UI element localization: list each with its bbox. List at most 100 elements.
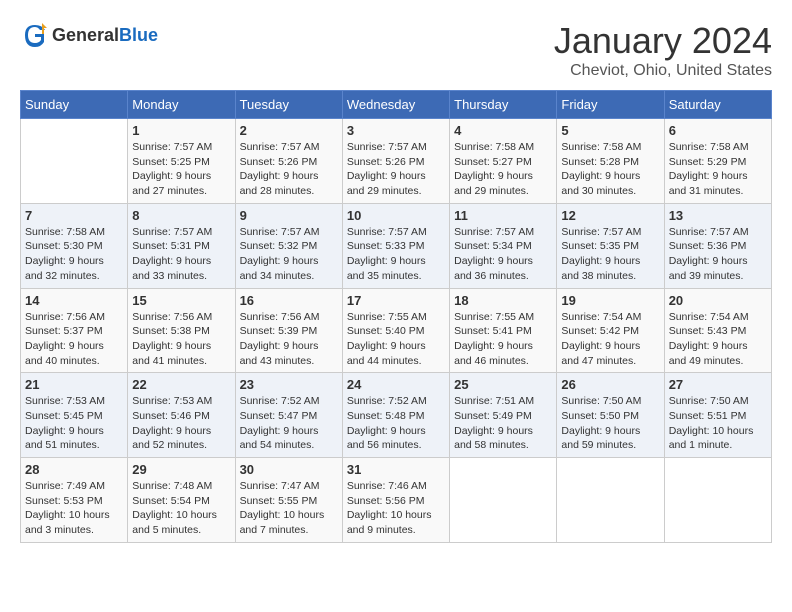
calendar-day-cell: 5Sunrise: 7:58 AMSunset: 5:28 PMDaylight… <box>557 119 664 204</box>
day-number: 27 <box>669 377 767 392</box>
weekday-header: Tuesday <box>235 91 342 119</box>
calendar-day-cell: 30 Sunrise: 7:47 AMSunset: 5:55 PMDayligh… <box>235 458 342 543</box>
day-info: Sunrise: 7:57 AMSunset: 5:26 PMDaylight:… <box>240 140 338 199</box>
calendar-day-cell: 27 Sunrise: 7:50 AMSunset: 5:51 PMDayligh… <box>664 373 771 458</box>
day-number: 1 <box>132 123 230 138</box>
calendar-day-cell: 18 Sunrise: 7:55 AMSunset: 5:41 PMDayligh… <box>450 288 557 373</box>
calendar-day-cell: 25 Sunrise: 7:51 AMSunset: 5:49 PMDayligh… <box>450 373 557 458</box>
calendar-day-cell <box>664 458 771 543</box>
day-number: 19 <box>561 293 659 308</box>
calendar-week-row: 28 Sunrise: 7:49 AMSunset: 5:53 PMDayligh… <box>21 458 772 543</box>
day-number: 9 <box>240 208 338 223</box>
day-info: Sunrise: 7:50 AMSunset: 5:51 PMDaylight:… <box>669 394 767 453</box>
calendar-day-cell <box>450 458 557 543</box>
day-info: Sunrise: 7:57 AMSunset: 5:32 PMDaylight:… <box>240 225 338 284</box>
day-number: 3 <box>347 123 445 138</box>
day-info: Sunrise: 7:57 AMSunset: 5:36 PMDaylight:… <box>669 225 767 284</box>
calendar-day-cell <box>21 119 128 204</box>
day-info: Sunrise: 7:58 AMSunset: 5:28 PMDaylight:… <box>561 140 659 199</box>
day-number: 29 <box>132 462 230 477</box>
logo-icon <box>20 20 50 50</box>
calendar-day-cell: 26Sunrise: 7:50 AMSunset: 5:50 PMDayligh… <box>557 373 664 458</box>
day-info: Sunrise: 7:52 AMSunset: 5:48 PMDaylight:… <box>347 394 445 453</box>
day-info: Sunrise: 7:55 AMSunset: 5:41 PMDaylight:… <box>454 310 552 369</box>
calendar-day-cell: 7 Sunrise: 7:58 AMSunset: 5:30 PMDaylight… <box>21 203 128 288</box>
day-number: 25 <box>454 377 552 392</box>
day-info: Sunrise: 7:48 AMSunset: 5:54 PMDaylight:… <box>132 479 230 538</box>
day-info: Sunrise: 7:46 AMSunset: 5:56 PMDaylight:… <box>347 479 445 538</box>
weekday-header: Monday <box>128 91 235 119</box>
day-info: Sunrise: 7:53 AMSunset: 5:45 PMDaylight:… <box>25 394 123 453</box>
weekday-header: Friday <box>557 91 664 119</box>
day-number: 8 <box>132 208 230 223</box>
day-number: 30 <box>240 462 338 477</box>
calendar-week-row: 1 Sunrise: 7:57 AMSunset: 5:25 PMDaylight… <box>21 119 772 204</box>
logo-blue: Blue <box>119 25 158 45</box>
calendar-day-cell: 20 Sunrise: 7:54 AMSunset: 5:43 PMDayligh… <box>664 288 771 373</box>
calendar-day-cell: 23Sunrise: 7:52 AMSunset: 5:47 PMDayligh… <box>235 373 342 458</box>
day-number: 22 <box>132 377 230 392</box>
day-info: Sunrise: 7:58 AMSunset: 5:27 PMDaylight:… <box>454 140 552 199</box>
header: GeneralBlue January 2024 Cheviot, Ohio, … <box>20 20 772 80</box>
day-number: 28 <box>25 462 123 477</box>
day-info: Sunrise: 7:51 AMSunset: 5:49 PMDaylight:… <box>454 394 552 453</box>
title-area: January 2024 Cheviot, Ohio, United State… <box>554 20 772 80</box>
calendar-day-cell: 22Sunrise: 7:53 AMSunset: 5:46 PMDayligh… <box>128 373 235 458</box>
calendar-day-cell: 11 Sunrise: 7:57 AMSunset: 5:34 PMDayligh… <box>450 203 557 288</box>
day-number: 7 <box>25 208 123 223</box>
calendar-day-cell: 14Sunrise: 7:56 AMSunset: 5:37 PMDayligh… <box>21 288 128 373</box>
calendar-week-row: 21 Sunrise: 7:53 AMSunset: 5:45 PMDayligh… <box>21 373 772 458</box>
day-number: 16 <box>240 293 338 308</box>
day-info: Sunrise: 7:57 AMSunset: 5:34 PMDaylight:… <box>454 225 552 284</box>
calendar-header: SundayMondayTuesdayWednesdayThursdayFrid… <box>21 91 772 119</box>
day-number: 11 <box>454 208 552 223</box>
calendar-day-cell: 9 Sunrise: 7:57 AMSunset: 5:32 PMDaylight… <box>235 203 342 288</box>
logo-general: General <box>52 25 119 45</box>
calendar-body: 1 Sunrise: 7:57 AMSunset: 5:25 PMDaylight… <box>21 119 772 543</box>
day-number: 13 <box>669 208 767 223</box>
calendar-day-cell: 6 Sunrise: 7:58 AMSunset: 5:29 PMDaylight… <box>664 119 771 204</box>
day-info: Sunrise: 7:58 AMSunset: 5:29 PMDaylight:… <box>669 140 767 199</box>
calendar-day-cell: 4 Sunrise: 7:58 AMSunset: 5:27 PMDaylight… <box>450 119 557 204</box>
calendar-day-cell: 28 Sunrise: 7:49 AMSunset: 5:53 PMDayligh… <box>21 458 128 543</box>
calendar-day-cell: 31 Sunrise: 7:46 AMSunset: 5:56 PMDayligh… <box>342 458 449 543</box>
calendar-day-cell: 29 Sunrise: 7:48 AMSunset: 5:54 PMDayligh… <box>128 458 235 543</box>
day-info: Sunrise: 7:47 AMSunset: 5:55 PMDaylight:… <box>240 479 338 538</box>
weekday-header: Sunday <box>21 91 128 119</box>
day-number: 26 <box>561 377 659 392</box>
calendar-day-cell: 15Sunrise: 7:56 AMSunset: 5:38 PMDayligh… <box>128 288 235 373</box>
calendar-day-cell: 3 Sunrise: 7:57 AMSunset: 5:26 PMDaylight… <box>342 119 449 204</box>
day-info: Sunrise: 7:55 AMSunset: 5:40 PMDaylight:… <box>347 310 445 369</box>
day-info: Sunrise: 7:57 AMSunset: 5:31 PMDaylight:… <box>132 225 230 284</box>
calendar-day-cell: 17 Sunrise: 7:55 AMSunset: 5:40 PMDayligh… <box>342 288 449 373</box>
calendar-day-cell: 24Sunrise: 7:52 AMSunset: 5:48 PMDayligh… <box>342 373 449 458</box>
day-number: 20 <box>669 293 767 308</box>
day-info: Sunrise: 7:49 AMSunset: 5:53 PMDaylight:… <box>25 479 123 538</box>
day-info: Sunrise: 7:58 AMSunset: 5:30 PMDaylight:… <box>25 225 123 284</box>
calendar-day-cell: 13 Sunrise: 7:57 AMSunset: 5:36 PMDayligh… <box>664 203 771 288</box>
weekday-header: Saturday <box>664 91 771 119</box>
calendar-week-row: 14Sunrise: 7:56 AMSunset: 5:37 PMDayligh… <box>21 288 772 373</box>
calendar-table: SundayMondayTuesdayWednesdayThursdayFrid… <box>20 90 772 543</box>
day-number: 4 <box>454 123 552 138</box>
day-number: 15 <box>132 293 230 308</box>
day-number: 14 <box>25 293 123 308</box>
day-number: 12 <box>561 208 659 223</box>
day-number: 21 <box>25 377 123 392</box>
day-number: 6 <box>669 123 767 138</box>
day-info: Sunrise: 7:57 AMSunset: 5:33 PMDaylight:… <box>347 225 445 284</box>
weekday-header: Thursday <box>450 91 557 119</box>
day-number: 23 <box>240 377 338 392</box>
logo-text: GeneralBlue <box>52 25 158 46</box>
main-title: January 2024 <box>554 20 772 62</box>
day-info: Sunrise: 7:57 AMSunset: 5:25 PMDaylight:… <box>132 140 230 199</box>
calendar-day-cell: 10Sunrise: 7:57 AMSunset: 5:33 PMDayligh… <box>342 203 449 288</box>
day-number: 31 <box>347 462 445 477</box>
day-info: Sunrise: 7:57 AMSunset: 5:26 PMDaylight:… <box>347 140 445 199</box>
day-info: Sunrise: 7:54 AMSunset: 5:43 PMDaylight:… <box>669 310 767 369</box>
day-number: 18 <box>454 293 552 308</box>
weekday-header: Wednesday <box>342 91 449 119</box>
day-number: 2 <box>240 123 338 138</box>
calendar-day-cell: 21 Sunrise: 7:53 AMSunset: 5:45 PMDayligh… <box>21 373 128 458</box>
day-number: 17 <box>347 293 445 308</box>
